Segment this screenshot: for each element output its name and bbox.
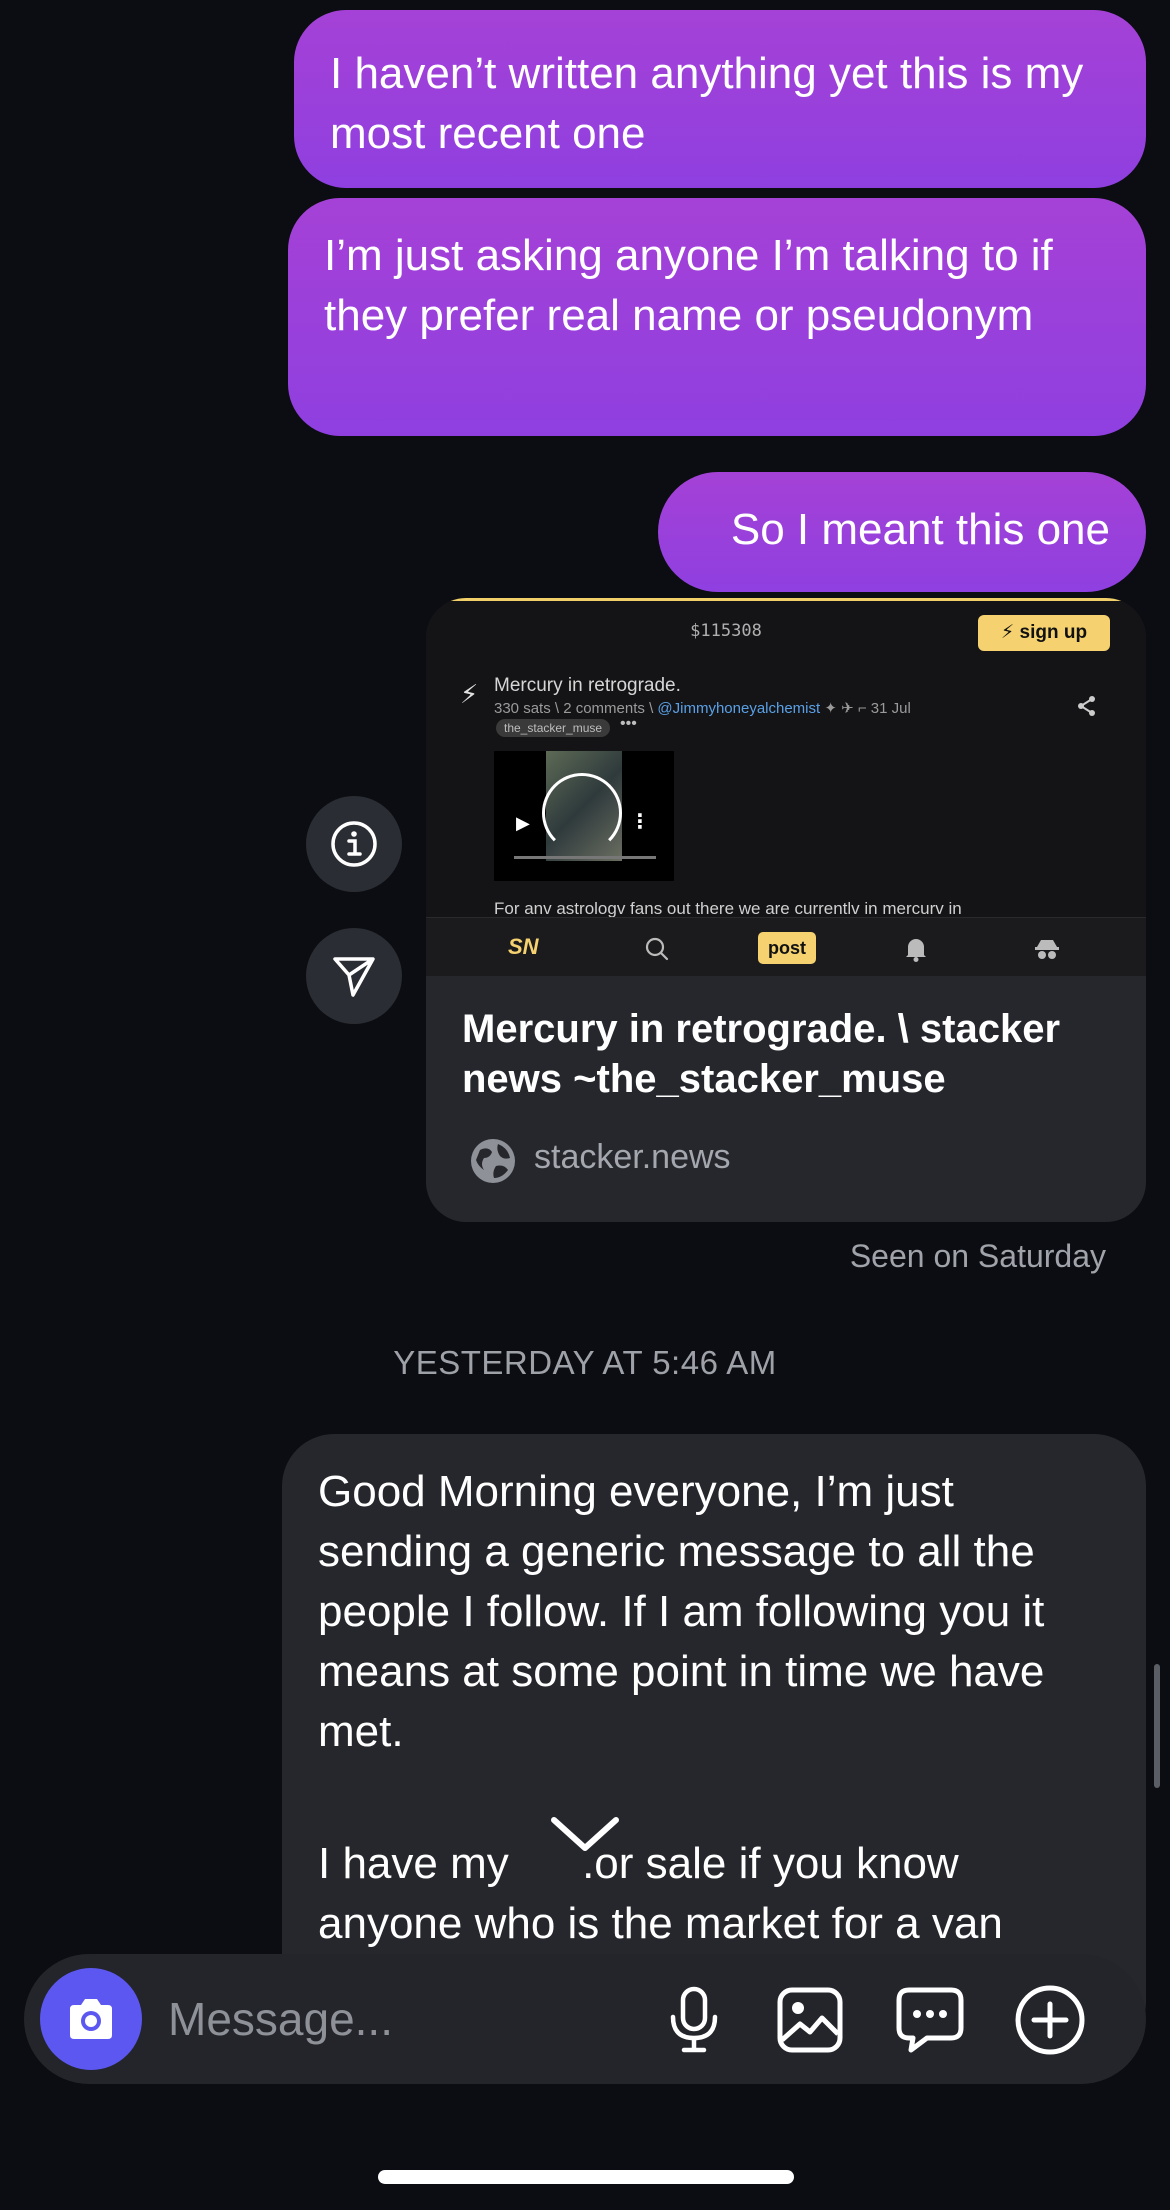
message-input[interactable] xyxy=(166,1988,650,2050)
price-ticker: $115308 xyxy=(690,621,762,641)
outgoing-message[interactable]: I haven’t written anything yet this is m… xyxy=(294,10,1146,188)
more-options-button[interactable] xyxy=(1010,1980,1090,2060)
message-paragraph: I have my .or sale if you know anyone wh… xyxy=(318,1839,1003,1948)
send-icon xyxy=(333,957,375,997)
gallery-button[interactable] xyxy=(770,1980,850,2060)
bolt-icon: ⚡ xyxy=(460,679,479,709)
post-title: Mercury in retrograde. xyxy=(494,675,681,696)
home-indicator[interactable] xyxy=(378,2170,794,2184)
share-button[interactable] xyxy=(306,928,402,1024)
camera-icon xyxy=(70,1999,112,2039)
info-button[interactable] xyxy=(306,796,402,892)
territory-tag: the_stacker_muse xyxy=(496,719,611,737)
chevron-down-icon[interactable] xyxy=(548,1812,622,1856)
scrollbar[interactable] xyxy=(1154,1664,1160,1788)
timestamp-divider: YESTERDAY AT 5:46 AM xyxy=(393,1344,777,1381)
loading-spinner-icon xyxy=(542,773,622,853)
video-progress xyxy=(514,856,656,859)
video-menu-icon: ⋮ xyxy=(630,811,650,833)
plus-icon xyxy=(1015,1985,1085,2055)
voice-button[interactable] xyxy=(654,1980,734,2060)
message-composer xyxy=(24,1954,1146,2084)
link-title: Mercury in retrograde. \ stacker news ~t… xyxy=(462,1007,1061,1101)
post-meta: 330 sats \ 2 comments \ @Jimmyhoneyalche… xyxy=(494,700,911,717)
message-paragraph: Good Morning everyone, I’m just sending … xyxy=(318,1467,1045,1756)
gallery-icon xyxy=(777,1987,843,2053)
mic-icon xyxy=(670,1986,718,2053)
play-icon: ▶ xyxy=(516,813,530,833)
sticker-icon xyxy=(896,1987,964,2053)
outgoing-message[interactable]: I’m just asking anyone I’m talking to if… xyxy=(288,198,1146,436)
signup-badge: ⚡ sign up xyxy=(978,615,1110,651)
more-icon: ••• xyxy=(620,715,637,732)
info-icon xyxy=(331,821,377,867)
video-player: ▶ ⋮ xyxy=(494,751,674,881)
link-preview-card[interactable]: $115308 ⚡ sign up ⚡ Mercury in retrograd… xyxy=(426,598,1146,1222)
share-icon xyxy=(1078,696,1095,716)
post-badge: post xyxy=(758,932,816,964)
post-body: For anv astrologv fans out there we are … xyxy=(494,899,962,918)
link-preview-image: $115308 ⚡ sign up ⚡ Mercury in retrograd… xyxy=(426,598,1146,976)
link-domain: stacker.news xyxy=(534,1138,731,1176)
outgoing-message[interactable]: So I meant this one xyxy=(658,472,1146,592)
sticker-button[interactable] xyxy=(890,1980,970,2060)
bell-icon xyxy=(906,939,926,962)
sn-logo: SN xyxy=(508,934,539,959)
camera-button[interactable] xyxy=(40,1968,142,2070)
anon-icon xyxy=(1035,940,1059,959)
globe-icon xyxy=(471,1139,515,1183)
site-bottom-nav: SN post xyxy=(426,917,1146,976)
search-icon xyxy=(645,937,669,961)
seen-status: Seen on Saturday xyxy=(849,1238,1106,1274)
